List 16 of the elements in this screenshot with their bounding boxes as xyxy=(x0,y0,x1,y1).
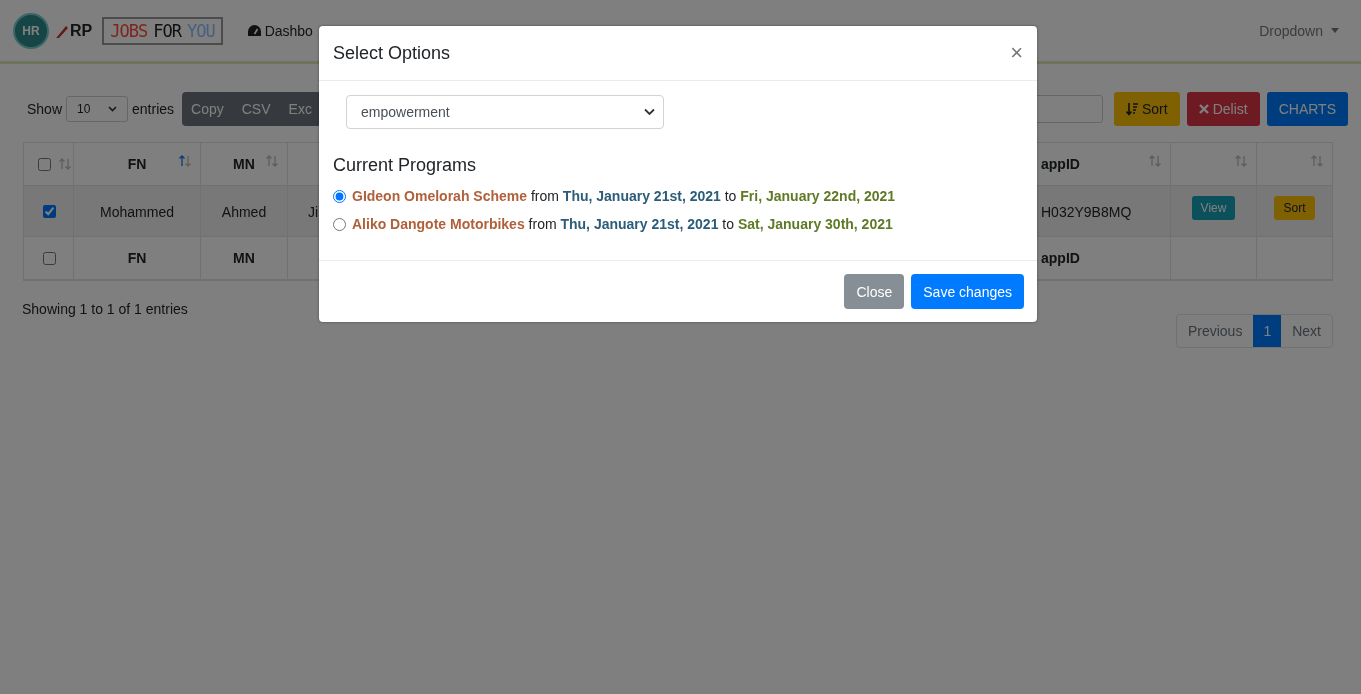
column-footer: MN xyxy=(233,250,255,266)
program-option: GIdeon Omelorah Scheme from Thu, January 21st, 2021 to Fri, January 22nd, 2021 xyxy=(352,188,896,204)
table-cell: H032Y9B8MQ xyxy=(1041,204,1132,220)
table-cell: Mohammed xyxy=(100,204,174,220)
table-cell: Ji xyxy=(308,204,319,220)
program-option: Aliko Dangote Motorbikes from Thu, January 21st, 2021 to Sat, January 30th, 2021 xyxy=(352,216,893,232)
column-footer: appID xyxy=(1041,250,1080,266)
entries-info: Showing 1 to 1 of 1 entries xyxy=(22,301,188,317)
section-heading: Current Programs xyxy=(333,155,478,176)
show-label: Show xyxy=(27,101,63,117)
logo-badge: HR xyxy=(13,12,49,49)
modal-title: Select Options xyxy=(333,42,451,64)
logo-text: RP xyxy=(70,21,93,40)
column-footer: FN xyxy=(127,250,147,266)
entries-label: entries xyxy=(132,101,175,117)
table-cell: Ahmed xyxy=(221,204,267,220)
